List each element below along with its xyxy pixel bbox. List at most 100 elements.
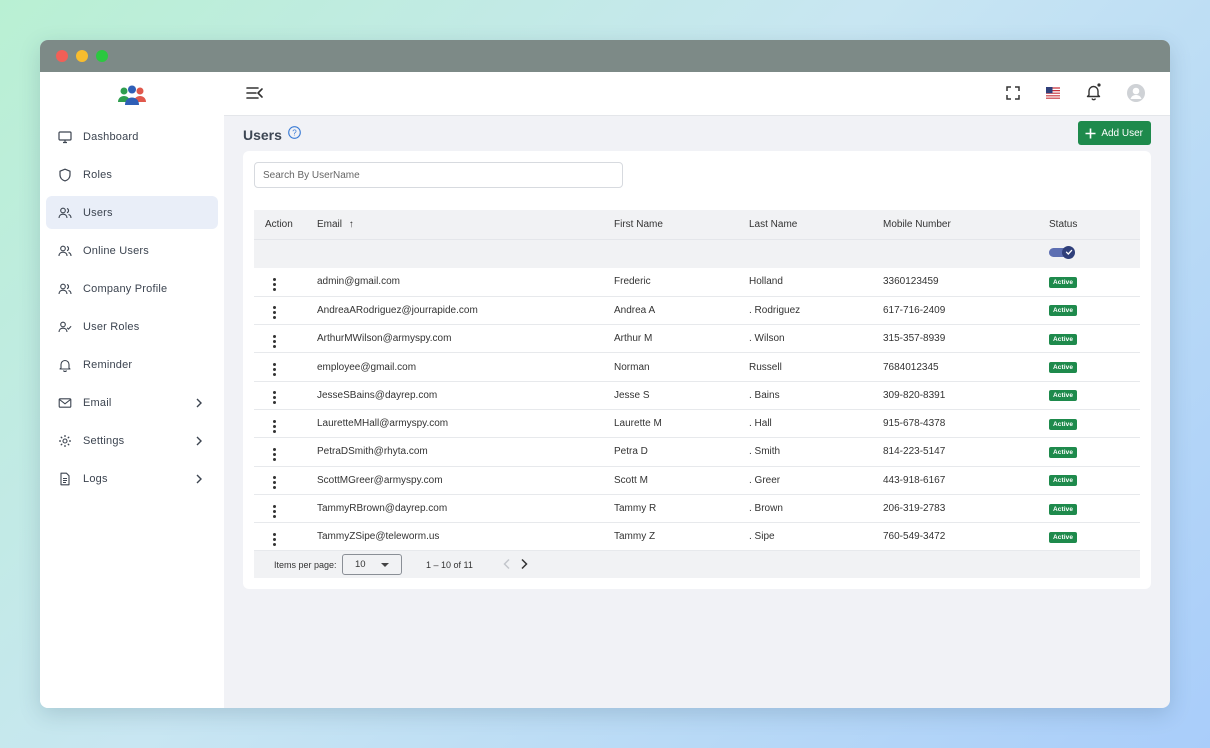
- table-row[interactable]: admin@gmail.com Frederic Holland 3360123459…: [254, 268, 1140, 297]
- mail-icon: [58, 396, 72, 410]
- sidebar-item-logs[interactable]: Logs: [46, 462, 218, 495]
- sidebar-item-label: Users: [83, 206, 113, 219]
- items-per-page-label: Items per page:: [274, 560, 337, 570]
- column-header-mobile[interactable]: Mobile Number: [883, 210, 1049, 239]
- status-badge: Active: [1049, 475, 1078, 487]
- more-vertical-icon[interactable]: [265, 277, 276, 291]
- more-vertical-icon[interactable]: [265, 334, 276, 348]
- sidebar-item-users[interactable]: Users: [46, 196, 218, 229]
- column-header-last-name[interactable]: Last Name: [749, 210, 883, 239]
- cell-last-name: . Hall: [749, 409, 883, 439]
- cell-first-name: Tammy Z: [614, 522, 749, 552]
- column-header-email-label: Email: [317, 218, 343, 230]
- status-badge: Active: [1049, 418, 1078, 430]
- topbar: [224, 72, 1170, 116]
- next-page-button[interactable]: [519, 558, 529, 572]
- cell-first-name: Norman: [614, 352, 749, 382]
- sidebar-item-dashboard[interactable]: Dashboard: [46, 120, 218, 153]
- chevron-left-icon: [503, 558, 510, 570]
- fullscreen-icon[interactable]: [1006, 86, 1020, 105]
- table-row[interactable]: AndreaARodriguez@jourrapide.com Andrea A.…: [254, 296, 1140, 326]
- cell-email: LauretteMHall@armyspy.com: [317, 409, 614, 439]
- cell-email: ArthurMWilson@armyspy.com: [317, 324, 614, 354]
- bell-icon: [58, 358, 72, 372]
- paginator: Items per page: 10 1 – 10 of 11: [254, 551, 1140, 578]
- help-circle-icon[interactable]: ?: [288, 126, 301, 144]
- window-minimize-button[interactable]: [76, 50, 88, 62]
- more-vertical-icon[interactable]: [265, 391, 276, 405]
- cell-first-name: Frederic: [614, 268, 749, 297]
- sidebar-item-reminder[interactable]: Reminder: [46, 348, 218, 381]
- cell-last-name: Holland: [749, 268, 883, 297]
- table-row[interactable]: LauretteMHall@armyspy.com Laurette M. Hal…: [254, 409, 1140, 439]
- sidebar-item-online-users[interactable]: Online Users: [46, 234, 218, 267]
- cell-first-name: Andrea A: [614, 296, 749, 326]
- table-row[interactable]: TammyRBrown@dayrep.com Tammy R. Brown 206-…: [254, 494, 1140, 524]
- sidebar-item-label: Reminder: [83, 358, 133, 371]
- gear-icon: [58, 434, 72, 448]
- column-header-email[interactable]: Email ↑: [317, 210, 614, 239]
- menu-collapse-icon[interactable]: [246, 86, 264, 105]
- cell-mobile: 3360123459: [883, 268, 1049, 297]
- search-input[interactable]: [254, 162, 623, 188]
- status-filter-toggle[interactable]: [1049, 245, 1075, 259]
- bell-icon[interactable]: [1086, 83, 1102, 106]
- table-row[interactable]: employee@gmail.com Norman Russell 768401234…: [254, 352, 1140, 382]
- status-badge: Active: [1049, 531, 1078, 543]
- more-vertical-icon[interactable]: [265, 419, 276, 433]
- more-vertical-icon[interactable]: [265, 476, 276, 490]
- sidebar-item-settings[interactable]: Settings: [46, 424, 218, 457]
- app-window: Dashboard Roles Users Online Users Company P…: [40, 40, 1170, 708]
- user-check-icon: [58, 320, 72, 334]
- main-content: Users ? Add User Action Email ↑: [224, 116, 1170, 708]
- column-header-status[interactable]: Status: [1049, 210, 1140, 239]
- cell-last-name: . Bains: [749, 381, 883, 410]
- cell-email: JesseSBains@dayrep.com: [317, 381, 614, 410]
- more-vertical-icon[interactable]: [265, 447, 276, 461]
- sidebar-item-label: Email: [83, 396, 112, 409]
- cell-mobile: 443-918-6167: [883, 466, 1049, 495]
- users-table: Action Email ↑ First Name Last Name Mobi…: [254, 210, 1140, 552]
- table-row[interactable]: TammyZSipe@teleworm.us Tammy Z. Sipe 760-5…: [254, 522, 1140, 552]
- cell-last-name: . Sipe: [749, 522, 883, 552]
- table-row[interactable]: JesseSBains@dayrep.com Jesse S. Bains 309-…: [254, 381, 1140, 410]
- cell-first-name: Petra D: [614, 437, 749, 467]
- more-vertical-icon[interactable]: [265, 363, 276, 377]
- status-badge: Active: [1049, 362, 1078, 374]
- sidebar-item-email[interactable]: Email: [46, 386, 218, 419]
- add-user-button[interactable]: Add User: [1078, 121, 1151, 145]
- column-header-first-name[interactable]: First Name: [614, 210, 749, 239]
- sidebar-item-user-roles[interactable]: User Roles: [46, 310, 218, 343]
- table-row[interactable]: ScottMGreer@armyspy.com Scott M. Greer 443…: [254, 466, 1140, 495]
- table-row[interactable]: PetraDSmith@rhyta.com Petra D. Smith 814-2…: [254, 437, 1140, 467]
- monitor-icon: [58, 130, 72, 144]
- add-user-label: Add User: [1101, 127, 1143, 139]
- more-vertical-icon[interactable]: [265, 306, 276, 320]
- cell-first-name: Jesse S: [614, 381, 749, 410]
- page-title: Users: [243, 127, 282, 143]
- app-logo[interactable]: [40, 72, 224, 120]
- cell-email: TammyZSipe@teleworm.us: [317, 522, 614, 552]
- previous-page-button[interactable]: [502, 558, 512, 572]
- more-vertical-icon[interactable]: [265, 504, 276, 518]
- team-logo-icon: [118, 85, 146, 105]
- cell-last-name: Russell: [749, 352, 883, 382]
- window-maximize-button[interactable]: [96, 50, 108, 62]
- table-header-row: Action Email ↑ First Name Last Name Mobi…: [254, 210, 1140, 239]
- window-close-button[interactable]: [56, 50, 68, 62]
- page-size-select[interactable]: 10: [342, 554, 402, 575]
- cell-email: ScottMGreer@armyspy.com: [317, 466, 614, 495]
- table-row[interactable]: ArthurMWilson@armyspy.com Arthur M. Wilso…: [254, 324, 1140, 354]
- page-header: Users ?: [243, 126, 301, 144]
- cell-first-name: Scott M: [614, 466, 749, 495]
- sidebar-item-label: User Roles: [83, 320, 140, 333]
- more-vertical-icon[interactable]: [265, 532, 276, 546]
- cell-mobile: 315-357-8939: [883, 324, 1049, 354]
- sidebar-item-roles[interactable]: Roles: [46, 158, 218, 191]
- check-icon: [1065, 250, 1072, 256]
- cell-email: employee@gmail.com: [317, 352, 614, 382]
- avatar-icon[interactable]: [1127, 84, 1145, 107]
- sidebar-item-company-profile[interactable]: Company Profile: [46, 272, 218, 305]
- us-flag-icon[interactable]: [1046, 86, 1060, 104]
- cell-mobile: 206-319-2783: [883, 494, 1049, 524]
